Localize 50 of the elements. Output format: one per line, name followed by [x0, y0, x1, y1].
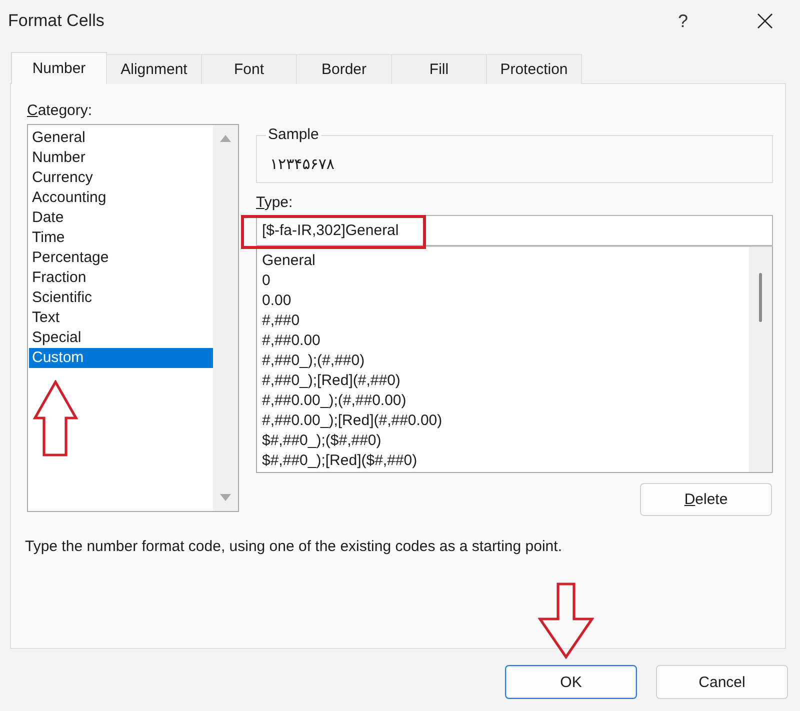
format-list[interactable]: General 0 0.00 #,##0 #,##0.00 #,##0_);(#,##0) #,##0_);[Red](#,##0) #,##0.00_);(#,##0.00) #,##0.00_);[Red](#,##0.00) $#,##0_);($#,##0) $#,##0_);[Red]($#,##0) [256, 246, 773, 473]
tab[interactable]: Fill [391, 54, 487, 84]
category-item[interactable]: Currency [29, 168, 213, 188]
category-item[interactable]: Accounting [29, 188, 213, 208]
scrollbar[interactable] [213, 125, 238, 511]
category-item[interactable]: Percentage [29, 248, 213, 268]
category-item[interactable]: Special [29, 328, 213, 348]
format-item[interactable]: #,##0_);(#,##0) [262, 351, 749, 371]
category-item[interactable]: Scientific [29, 288, 213, 308]
category-item[interactable]: Number [29, 148, 213, 168]
tab[interactable]: Protection [486, 54, 582, 84]
format-item[interactable]: $#,##0_);[Red]($#,##0) [262, 451, 749, 471]
help-button[interactable]: ? [668, 6, 698, 36]
ok-button[interactable]: OK [505, 665, 637, 699]
sample-value: ۱۲۳۴۵۶۷۸ [270, 155, 336, 175]
type-field[interactable]: [$-fa-IR,302]General [256, 215, 773, 246]
category-item[interactable]: Fraction [29, 268, 213, 288]
format-item[interactable]: #,##0 [262, 311, 749, 331]
window-title: Format Cells [8, 11, 106, 31]
scroll-down-icon[interactable] [220, 494, 231, 501]
category-list[interactable]: General Number Currency Accounting Date Time Percentage Fraction Scientific Text Special Custom [27, 124, 239, 512]
tab[interactable]: Font [201, 54, 297, 84]
category-item[interactable]: Custom [29, 348, 213, 368]
sample-label: Sample [267, 126, 320, 144]
scrollbar-thumb[interactable] [759, 273, 762, 322]
category-item[interactable]: Time [29, 228, 213, 248]
format-item[interactable]: $#,##0_);($#,##0) [262, 431, 749, 451]
category-item[interactable]: Date [29, 208, 213, 228]
format-item[interactable]: #,##0_);[Red](#,##0) [262, 371, 749, 391]
format-item[interactable]: #,##0.00_);(#,##0.00) [262, 391, 749, 411]
category-label: Category: [27, 102, 94, 120]
delete-button[interactable]: Delete [640, 483, 772, 516]
format-item[interactable]: General [262, 251, 749, 271]
up-arrow-icon [33, 380, 78, 457]
format-item[interactable]: #,##0.00_);[Red](#,##0.00) [262, 411, 749, 431]
format-item[interactable]: #,##0.00 [262, 331, 749, 351]
format-item[interactable]: 0.00 [262, 291, 749, 311]
tab[interactable]: Number [11, 52, 107, 84]
down-arrow-icon [538, 582, 594, 659]
close-icon [757, 13, 773, 29]
type-label: Type: [256, 194, 294, 212]
tab[interactable]: Alignment [106, 54, 202, 84]
description-text: Type the number format code, using one of the existing codes as a starting point. [25, 538, 563, 556]
scrollbar[interactable] [749, 247, 772, 472]
cancel-button[interactable]: Cancel [656, 665, 788, 699]
category-item[interactable]: Text [29, 308, 213, 328]
scroll-up-icon[interactable] [220, 135, 231, 142]
tab[interactable]: Border [296, 54, 392, 84]
category-item[interactable]: General [29, 128, 213, 148]
format-item[interactable]: 0 [262, 271, 749, 291]
